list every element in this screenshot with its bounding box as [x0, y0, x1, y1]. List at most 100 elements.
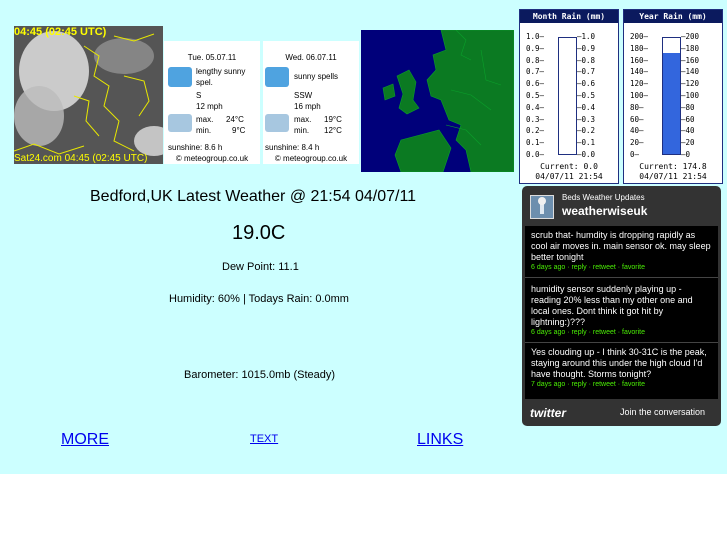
tweet-text: Yes clouding up - I think 30-31C is the … [531, 347, 707, 379]
gauge-tick-label: 60— [630, 114, 644, 124]
tweet-item: humidity sensor suddenly playing up - re… [525, 280, 718, 343]
tweet-meta[interactable]: 6 days ago · reply · retweet · favorite [531, 263, 712, 273]
gauge-tick-label: —0.3 [577, 114, 596, 124]
forecast-credit: © meteogroup.co.uk [175, 154, 249, 163]
gauge-timestamp: 04/07/11 21:54 [535, 172, 603, 181]
gauge-tick-label: 0.7— [526, 67, 545, 77]
gauge-current: Current: 0.0 [540, 162, 598, 171]
gauge-tick-label: —140 [681, 67, 700, 77]
satellite-footer: Sat24.com 04:45 (02:45 UTC) [14, 153, 148, 164]
gauge-tick-label: —0.2 [577, 126, 596, 136]
current-temperature: 19.0C [232, 222, 286, 244]
forecast-min: 12°C [324, 126, 342, 135]
gauge-tick-label: —20 [681, 138, 695, 148]
gauge-tick-label: —40 [681, 126, 695, 136]
twitter-username[interactable]: weatherwiseuk [562, 204, 647, 218]
gauge-title: Year Rain (mm) [624, 10, 722, 23]
gauge-tick-label: 0.1— [526, 138, 545, 148]
gauge-tube [558, 37, 577, 155]
gauge-tick-label: 0.0— [526, 150, 545, 159]
forecast-min-label: min. [294, 126, 310, 135]
more-link[interactable]: MORE [61, 431, 109, 449]
month-rain-gauge: Month Rain (mm) 1.0— 0.9— 0.8— 0.7— 0.6— 0.5—… [519, 9, 619, 184]
twitter-subtitle: Beds Weather Updates [562, 193, 645, 202]
gauge-tick-label: 0.9— [526, 43, 545, 53]
gauge-tick-label: 1.0— [526, 32, 545, 41]
forecast-wind-dir: S [196, 91, 202, 100]
tweet-meta[interactable]: 6 days ago · reply · retweet · favorite [531, 328, 712, 338]
twitter-logo[interactable]: twitter [530, 406, 566, 420]
satellite-image[interactable]: 04:45 (02:45 UTC) Sat24.com 04:45 (02:45… [14, 26, 163, 164]
forecast-card-tuesday: Tue. 05.07.11 lengthy sunny spel. S 12 m… [164, 41, 260, 164]
forecast-wind-speed: 16 mph [294, 102, 321, 111]
tweet-meta[interactable]: 7 days ago · reply · retweet · favorite [531, 380, 712, 390]
thermometer-icon [265, 114, 289, 132]
forecast-date: Wed. 06.07.11 [285, 53, 337, 62]
gauge-tick-label: 0.3— [526, 114, 545, 124]
gauge-tick-label: —100 [681, 91, 700, 100]
join-conversation-link[interactable]: Join the conversation [620, 407, 705, 417]
europe-radar-map[interactable] [361, 30, 514, 172]
gauge-tick-label: —0.7 [577, 67, 596, 77]
gauge-tick-label: 140— [630, 67, 649, 77]
forecast-wind-dir: SSW [294, 91, 313, 100]
weather-headline: Bedford,UK Latest Weather @ 21:54 04/07/… [90, 188, 417, 205]
forecast-max: 19°C [324, 115, 342, 124]
gauge-tick-label: —0.6 [577, 79, 596, 89]
gauge-tick-label: 180— [630, 43, 649, 53]
gauge-title: Month Rain (mm) [520, 10, 618, 23]
twitter-widget: Beds Weather Updates weatherwiseuk scrub… [522, 186, 721, 426]
satellite-timestamp: 04:45 (02:45 UTC) [14, 26, 107, 38]
europe-land [361, 30, 514, 172]
gauge-tick-label: —160 [681, 55, 700, 65]
sun-cloud-icon [265, 67, 289, 87]
forecast-date: Tue. 05.07.11 [187, 53, 237, 62]
gauge-tick-label: —200 [681, 32, 700, 41]
year-rain-gauge: Year Rain (mm) 200— 180— 160— 140— 120— 100— 8… [623, 9, 723, 184]
gauge-tick-label: 20— [630, 138, 644, 148]
tweet-text: humidity sensor suddenly playing up - re… [531, 284, 693, 327]
twitter-header: Beds Weather Updates weatherwiseuk [522, 186, 721, 226]
gauge-tick-label: 0.4— [526, 102, 545, 112]
weather-station-icon [538, 197, 546, 214]
forecast-card-wednesday: Wed. 06.07.11 sunny spells SSW 16 mph ma… [263, 41, 359, 164]
avatar[interactable] [530, 195, 554, 219]
forecast-min-label: min. [196, 126, 212, 135]
gauge-tick-label: 80— [630, 102, 644, 112]
gauge-tick-label: 0.5— [526, 91, 545, 100]
gauge-tick-label: 200— [630, 32, 649, 41]
gauge-tick-label: 0— [630, 150, 640, 159]
barometer: Barometer: 1015.0mb (Steady) [184, 369, 336, 381]
dew-point: Dew Point: 11.1 [222, 261, 299, 273]
gauge-tick-label: 160— [630, 55, 649, 65]
gauge-tick-label: 100— [630, 91, 649, 100]
forecast-max-label: max. [196, 115, 214, 124]
twitter-footer: twitter Join the conversation [522, 399, 721, 426]
gauge-fill [663, 52, 680, 154]
page-background: 04:45 (02:45 UTC) Sat24.com 04:45 (02:45… [0, 0, 727, 474]
humidity-rain: Humidity: 60% | Todays Rain: 0.0mm [169, 293, 349, 305]
gauge-tick-label: —0.9 [577, 43, 596, 53]
gauge-tick-label: —0.8 [577, 55, 596, 65]
gauge-tick-label: —0.1 [577, 138, 596, 148]
gauge-tick-label: —80 [681, 102, 695, 112]
gauge-tick-label: —60 [681, 114, 695, 124]
forecast-sunshine: sunshine: 8.6 h [168, 143, 223, 152]
gauge-tick-label: —1.0 [577, 32, 596, 41]
links-link[interactable]: LINKS [417, 431, 463, 449]
text-link[interactable]: TEXT [250, 433, 278, 445]
gauge-tick-label: 120— [630, 79, 649, 89]
forecast-max-label: max. [294, 115, 312, 124]
gauge-tick-label: 0.2— [526, 126, 545, 136]
gauge-timestamp: 04/07/11 21:54 [639, 172, 707, 181]
gauge-tick-label: 0.6— [526, 79, 545, 89]
gauge-tick-label: 40— [630, 126, 644, 136]
forecast-condition-cont: spel. [196, 78, 213, 87]
gauge-tick-label: —0.5 [577, 91, 596, 100]
gauge-tick-label: —120 [681, 79, 700, 89]
satellite-clouds [14, 26, 163, 164]
forecast-wind-speed: 12 mph [196, 102, 223, 111]
tweet-item: Yes clouding up - I think 30-31C is the … [525, 343, 718, 394]
forecast-max: 24°C [226, 115, 244, 124]
gauge-tick-label: —180 [681, 43, 700, 53]
